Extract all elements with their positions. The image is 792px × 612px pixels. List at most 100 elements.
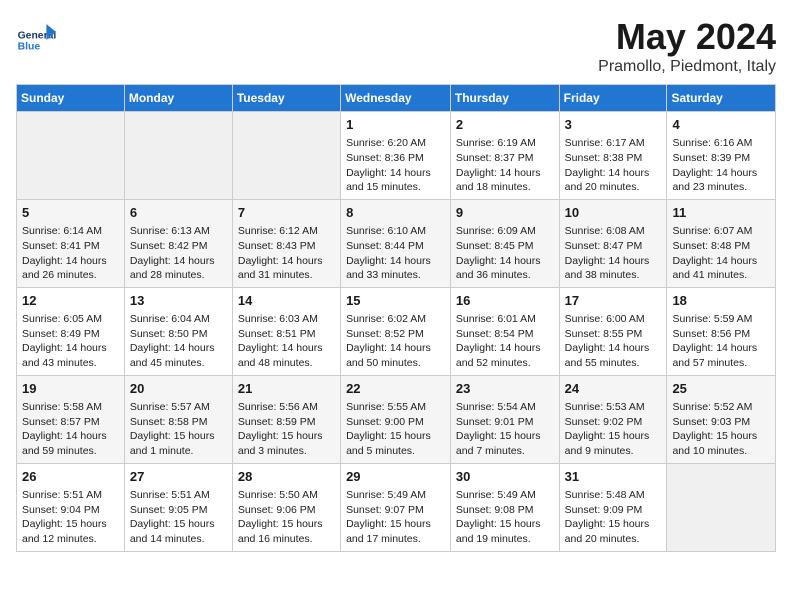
table-row: 9 Sunrise: 6:09 AMSunset: 8:45 PMDaylight…	[450, 199, 559, 287]
day-info: Sunrise: 5:52 AMSunset: 9:03 PMDaylight:…	[672, 400, 770, 459]
col-wednesday: Wednesday	[341, 85, 451, 112]
table-row: 29 Sunrise: 5:49 AMSunset: 9:07 PMDayligh…	[341, 463, 451, 551]
table-row: 5 Sunrise: 6:14 AMSunset: 8:41 PMDaylight…	[17, 199, 125, 287]
table-row: 21 Sunrise: 5:56 AMSunset: 8:59 PMDayligh…	[232, 375, 340, 463]
day-number: 14	[238, 292, 335, 310]
calendar-table: Sunday Monday Tuesday Wednesday Thursday…	[16, 84, 776, 552]
table-row: 6Sunrise: 6:13 AMSunset: 8:42 PMDaylight…	[124, 199, 232, 287]
svg-text:Blue: Blue	[18, 42, 41, 53]
table-row: 25 Sunrise: 5:52 AMSunset: 9:03 PMDayligh…	[667, 375, 776, 463]
day-info: Sunrise: 6:00 AMSunset: 8:55 PMDaylight:…	[565, 312, 662, 371]
logo: General Blue	[16, 16, 60, 56]
table-row: 27 Sunrise: 5:51 AMSunset: 9:05 PMDayligh…	[124, 463, 232, 551]
title-area: May 2024 Pramollo, Piedmont, Italy	[598, 16, 776, 76]
header: General Blue May 2024 Pramollo, Piedmont…	[16, 16, 776, 76]
table-row: 1 Sunrise: 6:20 AMSunset: 8:36 PMDaylight…	[341, 112, 451, 200]
table-row: 20 Sunrise: 5:57 AMSunset: 8:58 PMDayligh…	[124, 375, 232, 463]
day-info: Sunrise: 6:02 AMSunset: 8:52 PMDaylight:…	[346, 312, 445, 371]
calendar-week-row: 19Sunrise: 5:58 AMSunset: 8:57 PMDayligh…	[17, 375, 776, 463]
day-number: 29	[346, 468, 445, 486]
table-row: 4 Sunrise: 6:16 AMSunset: 8:39 PMDaylight…	[667, 112, 776, 200]
calendar-header-row: Sunday Monday Tuesday Wednesday Thursday…	[17, 85, 776, 112]
day-number: 19	[22, 380, 119, 398]
day-number: 18	[672, 292, 770, 310]
day-info: Sunrise: 5:56 AMSunset: 8:59 PMDaylight:…	[238, 400, 335, 459]
table-row: 11 Sunrise: 6:07 AMSunset: 8:48 PMDayligh…	[667, 199, 776, 287]
day-info: Sunrise: 6:14 AMSunset: 8:41 PMDaylight:…	[22, 224, 119, 283]
day-info: Sunrise: 6:16 AMSunset: 8:39 PMDaylight:…	[672, 136, 770, 195]
table-row: 22Sunrise: 5:55 AMSunset: 9:00 PMDayligh…	[341, 375, 451, 463]
day-info: Sunrise: 5:51 AMSunset: 9:04 PMDaylight:…	[22, 488, 119, 547]
day-number: 16	[456, 292, 554, 310]
table-row	[667, 463, 776, 551]
day-info: Sunrise: 6:13 AMSunset: 8:42 PMDaylight:…	[130, 224, 227, 283]
day-number: 26	[22, 468, 119, 486]
page-subtitle: Pramollo, Piedmont, Italy	[598, 58, 776, 76]
day-info: Sunrise: 5:53 AMSunset: 9:02 PMDaylight:…	[565, 400, 662, 459]
table-row: 17Sunrise: 6:00 AMSunset: 8:55 PMDayligh…	[559, 287, 667, 375]
table-row: 26 Sunrise: 5:51 AMSunset: 9:04 PMDayligh…	[17, 463, 125, 551]
calendar-week-row: 5 Sunrise: 6:14 AMSunset: 8:41 PMDaylight…	[17, 199, 776, 287]
day-info: Sunrise: 6:20 AMSunset: 8:36 PMDaylight:…	[346, 136, 445, 195]
day-info: Sunrise: 5:57 AMSunset: 8:58 PMDaylight:…	[130, 400, 227, 459]
col-sunday: Sunday	[17, 85, 125, 112]
table-row: 18Sunrise: 5:59 AMSunset: 8:56 PMDayligh…	[667, 287, 776, 375]
day-info: Sunrise: 6:08 AMSunset: 8:47 PMDaylight:…	[565, 224, 662, 283]
day-number: 1	[346, 116, 445, 134]
day-info: Sunrise: 6:10 AMSunset: 8:44 PMDaylight:…	[346, 224, 445, 283]
day-info: Sunrise: 5:55 AMSunset: 9:00 PMDaylight:…	[346, 400, 445, 459]
day-number: 10	[565, 204, 662, 222]
day-number: 11	[672, 204, 770, 222]
table-row: 30Sunrise: 5:49 AMSunset: 9:08 PMDayligh…	[450, 463, 559, 551]
table-row	[124, 112, 232, 200]
day-number: 23	[456, 380, 554, 398]
table-row: 2Sunrise: 6:19 AMSunset: 8:37 PMDaylight…	[450, 112, 559, 200]
day-info: Sunrise: 6:17 AMSunset: 8:38 PMDaylight:…	[565, 136, 662, 195]
day-number: 31	[565, 468, 662, 486]
table-row: 28Sunrise: 5:50 AMSunset: 9:06 PMDayligh…	[232, 463, 340, 551]
day-number: 28	[238, 468, 335, 486]
day-info: Sunrise: 6:07 AMSunset: 8:48 PMDaylight:…	[672, 224, 770, 283]
col-monday: Monday	[124, 85, 232, 112]
table-row: 23 Sunrise: 5:54 AMSunset: 9:01 PMDayligh…	[450, 375, 559, 463]
col-friday: Friday	[559, 85, 667, 112]
day-info: Sunrise: 6:09 AMSunset: 8:45 PMDaylight:…	[456, 224, 554, 283]
table-row	[232, 112, 340, 200]
day-number: 21	[238, 380, 335, 398]
table-row: 7 Sunrise: 6:12 AMSunset: 8:43 PMDaylight…	[232, 199, 340, 287]
calendar-week-row: 26 Sunrise: 5:51 AMSunset: 9:04 PMDayligh…	[17, 463, 776, 551]
table-row: 16 Sunrise: 6:01 AMSunset: 8:54 PMDayligh…	[450, 287, 559, 375]
day-info: Sunrise: 6:03 AMSunset: 8:51 PMDaylight:…	[238, 312, 335, 371]
day-number: 20	[130, 380, 227, 398]
day-number: 25	[672, 380, 770, 398]
day-info: Sunrise: 5:49 AMSunset: 9:07 PMDaylight:…	[346, 488, 445, 547]
day-number: 7	[238, 204, 335, 222]
day-info: Sunrise: 6:05 AMSunset: 8:49 PMDaylight:…	[22, 312, 119, 371]
logo-icon: General Blue	[16, 16, 56, 56]
day-number: 30	[456, 468, 554, 486]
table-row: 10 Sunrise: 6:08 AMSunset: 8:47 PMDayligh…	[559, 199, 667, 287]
day-info: Sunrise: 6:04 AMSunset: 8:50 PMDaylight:…	[130, 312, 227, 371]
day-number: 8	[346, 204, 445, 222]
table-row: 19Sunrise: 5:58 AMSunset: 8:57 PMDayligh…	[17, 375, 125, 463]
day-number: 24	[565, 380, 662, 398]
day-number: 27	[130, 468, 227, 486]
col-tuesday: Tuesday	[232, 85, 340, 112]
table-row: 12 Sunrise: 6:05 AMSunset: 8:49 PMDayligh…	[17, 287, 125, 375]
day-number: 9	[456, 204, 554, 222]
table-row: 13 Sunrise: 6:04 AMSunset: 8:50 PMDayligh…	[124, 287, 232, 375]
table-row: 31Sunrise: 5:48 AMSunset: 9:09 PMDayligh…	[559, 463, 667, 551]
col-saturday: Saturday	[667, 85, 776, 112]
day-info: Sunrise: 6:12 AMSunset: 8:43 PMDaylight:…	[238, 224, 335, 283]
day-info: Sunrise: 6:01 AMSunset: 8:54 PMDaylight:…	[456, 312, 554, 371]
day-number: 3	[565, 116, 662, 134]
day-number: 13	[130, 292, 227, 310]
table-row	[17, 112, 125, 200]
table-row: 3 Sunrise: 6:17 AMSunset: 8:38 PMDaylight…	[559, 112, 667, 200]
day-info: Sunrise: 5:54 AMSunset: 9:01 PMDaylight:…	[456, 400, 554, 459]
day-number: 4	[672, 116, 770, 134]
day-info: Sunrise: 5:51 AMSunset: 9:05 PMDaylight:…	[130, 488, 227, 547]
day-number: 12	[22, 292, 119, 310]
day-number: 5	[22, 204, 119, 222]
table-row: 15Sunrise: 6:02 AMSunset: 8:52 PMDayligh…	[341, 287, 451, 375]
